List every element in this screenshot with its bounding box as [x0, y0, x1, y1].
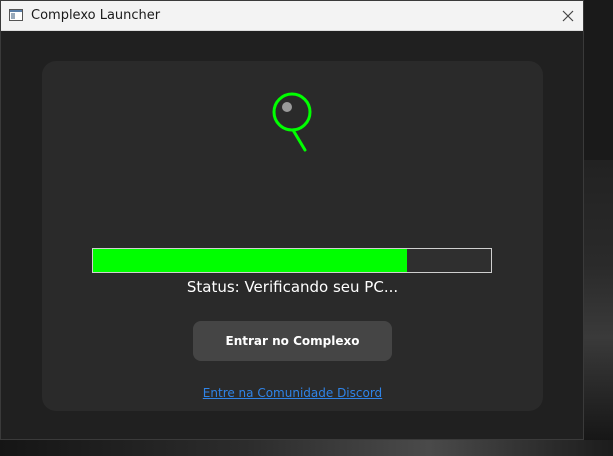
- launcher-card: Status: Verificando seu PC... Entrar no …: [42, 61, 543, 411]
- window-title: Complexo Launcher: [31, 8, 161, 23]
- launcher-window: Complexo Launcher Status: Verificando se…: [0, 0, 584, 440]
- close-button[interactable]: [553, 1, 583, 30]
- desktop-background: [584, 160, 613, 456]
- status-text: Status: Verificando seu PC...: [186, 278, 399, 296]
- enter-complexo-button[interactable]: Entrar no Complexo: [193, 321, 392, 361]
- progress-bar: [92, 248, 492, 273]
- magnifier-icon: [272, 92, 312, 152]
- title-bar[interactable]: Complexo Launcher: [1, 1, 583, 31]
- app-window-icon: [9, 9, 23, 21]
- close-icon: [562, 10, 574, 21]
- progress-bar-fill: [93, 249, 408, 272]
- desktop-background-bottom: [0, 440, 613, 456]
- discord-community-link[interactable]: Entre na Comunidade Discord: [42, 386, 543, 400]
